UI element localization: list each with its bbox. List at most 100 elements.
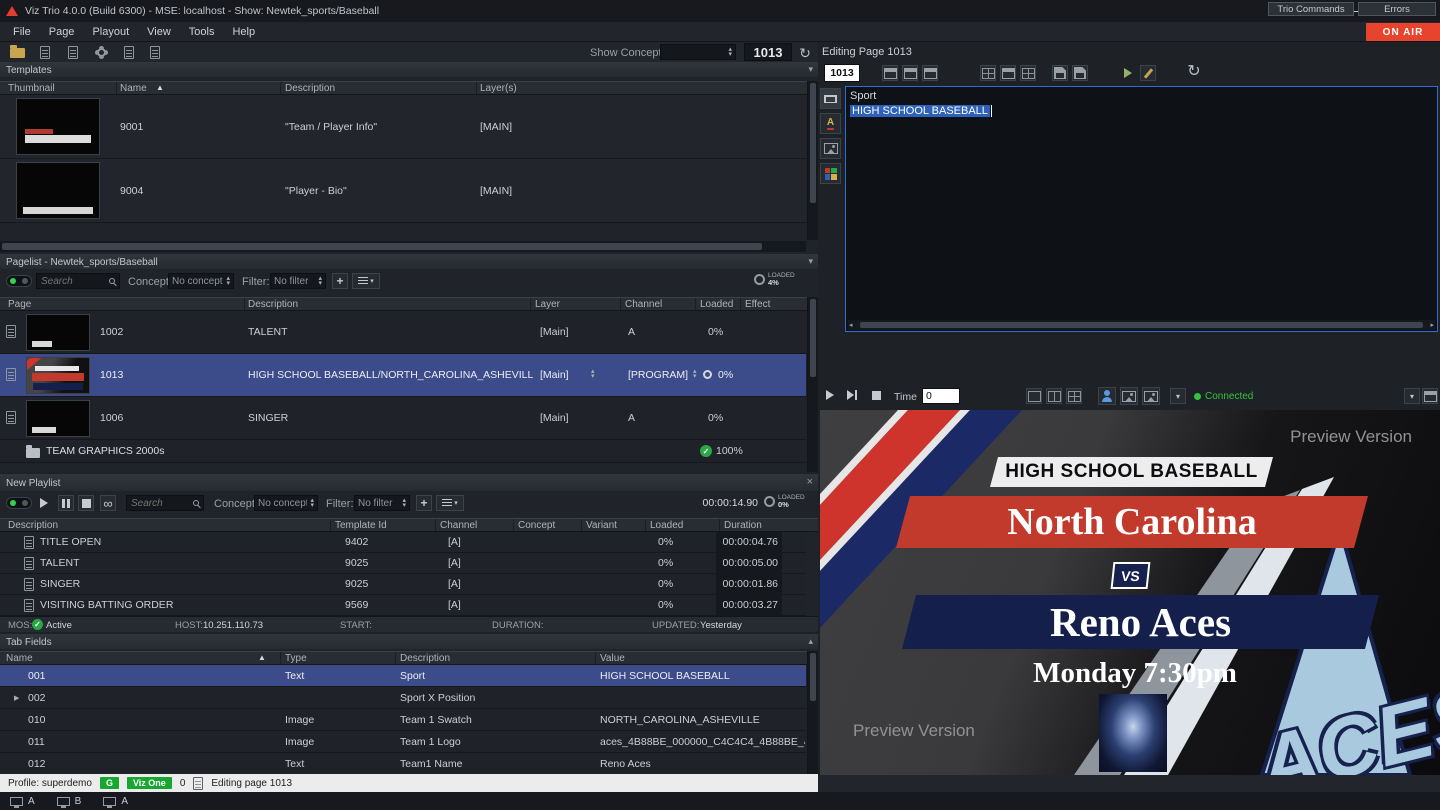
- color-edit-button[interactable]: [820, 163, 841, 184]
- tab-fields-vertical-scrollbar[interactable]: [807, 651, 818, 774]
- col-description[interactable]: Description: [8, 520, 58, 531]
- pagelist-concept-dropdown[interactable]: No concept: [168, 273, 234, 289]
- col-name[interactable]: Name: [6, 653, 33, 664]
- col-loaded[interactable]: Loaded: [700, 299, 733, 310]
- menu-playout[interactable]: Playout: [83, 26, 138, 38]
- detach-preview-button[interactable]: [1422, 388, 1438, 404]
- col-channel[interactable]: Channel: [625, 299, 662, 310]
- selected-text[interactable]: HIGH SCHOOL BASEBALL: [850, 105, 990, 117]
- tab-field-row-012[interactable]: 012 Text Team1 Name Reno Aces: [0, 753, 806, 774]
- col-loaded[interactable]: Loaded: [650, 520, 683, 531]
- view-mode-button[interactable]: ▾: [436, 495, 464, 511]
- tab-field-row-002[interactable]: ▶ 002 Sport X Position: [0, 687, 806, 709]
- insert-page-button[interactable]: [882, 65, 898, 81]
- pagelist-row-1002[interactable]: 1002 TALENT [Main] A 0%: [0, 311, 806, 354]
- menu-tools[interactable]: Tools: [180, 26, 224, 38]
- trio-commands-button[interactable]: Trio Commands: [1268, 2, 1354, 16]
- test-play-button[interactable]: [1120, 65, 1136, 81]
- add-filter-button[interactable]: [332, 273, 348, 289]
- new-page-button[interactable]: [144, 44, 166, 61]
- reload-template-button[interactable]: [1186, 64, 1202, 80]
- view-mode-button[interactable]: ▾: [352, 273, 380, 289]
- col-channel[interactable]: Channel: [440, 520, 477, 531]
- template-link-button[interactable]: [1020, 65, 1036, 81]
- pagelist-filter-dropdown[interactable]: No filter: [270, 273, 326, 289]
- edit-script-button[interactable]: [1140, 65, 1156, 81]
- col-layer[interactable]: Layer: [535, 299, 560, 310]
- preview-stop-button[interactable]: [868, 387, 884, 403]
- scroll-right-icon[interactable]: ▸: [1430, 321, 1434, 329]
- menu-help[interactable]: Help: [223, 26, 264, 38]
- col-template-id[interactable]: Template Id: [335, 520, 387, 531]
- editor-horizontal-scrollbar[interactable]: ◂ ▸: [848, 320, 1435, 330]
- pagelist-vertical-scrollbar[interactable]: [807, 297, 818, 472]
- channel-spinner-icon[interactable]: [693, 369, 697, 379]
- show-concept-dropdown[interactable]: [660, 44, 736, 60]
- collapse-icon[interactable]: ▾: [808, 64, 813, 75]
- layout-quad-button[interactable]: [1066, 388, 1082, 404]
- save-page-button[interactable]: [1052, 65, 1068, 81]
- templates-vertical-scrollbar[interactable]: [807, 81, 818, 240]
- col-duration[interactable]: Duration: [724, 520, 762, 531]
- collapse-icon[interactable]: ▾: [808, 256, 813, 267]
- templates-horizontal-scrollbar[interactable]: [0, 241, 806, 252]
- menu-page[interactable]: Page: [40, 26, 84, 38]
- col-value[interactable]: Value: [600, 653, 625, 664]
- template-row-9001[interactable]: 9001 "Team / Player Info" [MAIN]: [0, 95, 806, 159]
- playlist-pause-button[interactable]: [58, 495, 74, 511]
- tab-field-row-010[interactable]: 010 Image Team 1 Swatch NORTH_CAROLINA_A…: [0, 709, 806, 731]
- tab-field-row-011[interactable]: 011 Image Team 1 Logo aces_4B88BE_000000…: [0, 731, 806, 753]
- channel-a-tab[interactable]: A: [10, 796, 35, 807]
- text-format-button[interactable]: A: [820, 113, 841, 134]
- template-row-9004[interactable]: 9004 "Player - Bio" [MAIN]: [0, 159, 806, 223]
- editor-page-input[interactable]: 1013: [824, 64, 860, 82]
- col-name[interactable]: Name: [120, 83, 147, 94]
- current-page-display[interactable]: 1013: [744, 43, 792, 61]
- add-filter-button[interactable]: [416, 495, 432, 511]
- playlist-row-visiting-batting-order[interactable]: VISITING BATTING ORDER 9569 [A] 0% 00:00…: [0, 595, 806, 616]
- col-page[interactable]: Page: [8, 299, 31, 310]
- playlist-row-talent[interactable]: TALENT 9025 [A] 0% 00:00:05.00: [0, 553, 806, 574]
- preview-play-button[interactable]: [822, 387, 838, 403]
- export-page-button[interactable]: [62, 44, 84, 61]
- channel-b-tab[interactable]: B: [57, 796, 82, 807]
- col-thumbnail[interactable]: Thumbnail: [8, 83, 55, 94]
- script-editor-button[interactable]: [1000, 65, 1016, 81]
- layout-single-button[interactable]: [1026, 388, 1042, 404]
- image-edit-button[interactable]: [820, 138, 841, 159]
- tab-field-editor[interactable]: Sport HIGH SCHOOL BASEBALL ◂ ▸: [845, 86, 1438, 332]
- preview-options-dropdown[interactable]: ▾: [1404, 388, 1420, 404]
- keyboard-input-button[interactable]: [820, 88, 841, 109]
- edit-show-button[interactable]: [118, 44, 140, 61]
- close-icon[interactable]: ×: [807, 476, 813, 488]
- preview-continue-button[interactable]: [844, 387, 860, 403]
- compare-button[interactable]: [1142, 387, 1160, 405]
- pagelist-enable-toggle[interactable]: [6, 275, 32, 287]
- collapse-icon[interactable]: ▴: [808, 636, 813, 647]
- playlist-row-title-open[interactable]: TITLE OPEN 9402 [A] 0% 00:00:04.76: [0, 532, 806, 553]
- menu-view[interactable]: View: [138, 26, 180, 38]
- col-description[interactable]: Description: [285, 83, 335, 94]
- time-input[interactable]: [922, 388, 960, 404]
- pagelist-search[interactable]: [36, 273, 120, 289]
- refresh-page-button[interactable]: [794, 44, 816, 61]
- playlist-play-button[interactable]: [36, 495, 52, 511]
- field-value-line[interactable]: HIGH SCHOOL BASEBALL: [850, 105, 992, 117]
- channel-a2-tab[interactable]: A: [103, 796, 128, 807]
- tab-field-row-001-selected[interactable]: 001 Text Sport HIGH SCHOOL BASEBALL: [0, 665, 806, 687]
- snapshot-button[interactable]: [1120, 387, 1138, 405]
- expander-icon[interactable]: ▶: [14, 694, 19, 702]
- layer-spinner-icon[interactable]: [591, 369, 595, 379]
- playlist-concept-dropdown[interactable]: No concept: [254, 495, 318, 511]
- playlist-loop-button[interactable]: [100, 495, 116, 511]
- menu-file[interactable]: File: [4, 26, 40, 38]
- playlist-search[interactable]: [126, 495, 204, 511]
- pagelist-row-1006[interactable]: 1006 SINGER [Main] A 0%: [0, 397, 806, 440]
- tabfield-settings-button[interactable]: [980, 65, 996, 81]
- playlist-enable-toggle[interactable]: [6, 497, 32, 509]
- playlist-stop-button[interactable]: [78, 495, 94, 511]
- save-as-button[interactable]: [1072, 65, 1088, 81]
- update-page-button[interactable]: [902, 65, 918, 81]
- errors-button[interactable]: Errors: [1358, 2, 1436, 16]
- talent-view-button[interactable]: [1098, 387, 1116, 405]
